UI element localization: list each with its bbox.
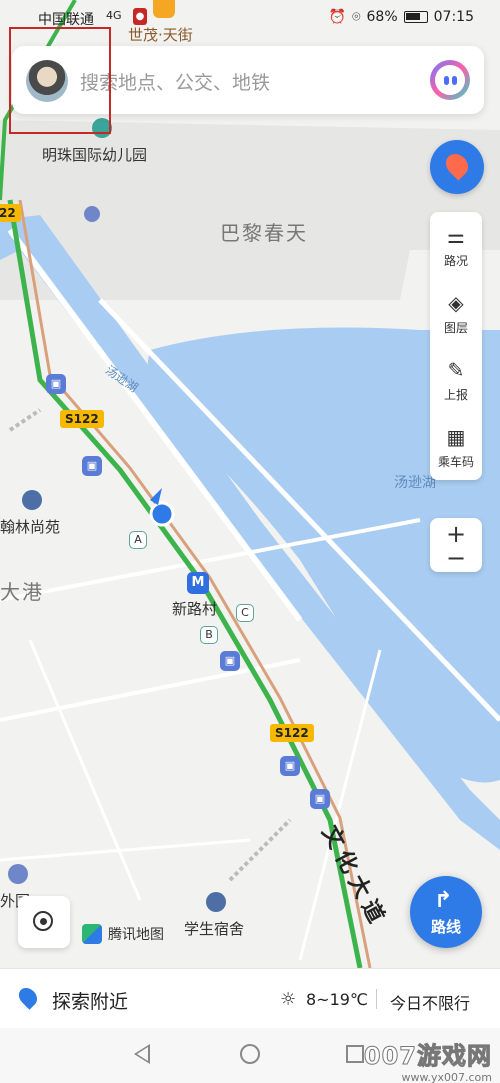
- exit-b-marker[interactable]: B: [200, 626, 218, 644]
- residence-icon: [22, 490, 42, 510]
- clock: 07:15: [433, 9, 474, 25]
- map-tools-panel: ⚌ 路况 ◈ 图层 ✎ 上报 ▦ 乘车码: [430, 212, 482, 480]
- report-button[interactable]: ✎ 上报: [430, 346, 482, 410]
- location-status-icon: ⌾: [352, 9, 361, 25]
- area-label-dagang[interactable]: 大港: [0, 576, 44, 605]
- layers-icon: ◈: [448, 291, 464, 315]
- assistant-robot-icon[interactable]: [430, 60, 470, 100]
- battery-icon: [403, 11, 428, 23]
- notification-icon: [153, 0, 175, 18]
- qrcode-icon: ▦: [446, 425, 466, 449]
- watermark: 007游戏网 www.yx007.com: [363, 1036, 492, 1083]
- police-icon: [8, 864, 28, 884]
- poi-label-kindergarten[interactable]: 明珠国际幼儿园: [42, 144, 147, 165]
- avatar[interactable]: [26, 60, 68, 102]
- report-icon: ✎: [447, 358, 465, 382]
- area-label-paris[interactable]: 巴黎春天: [220, 217, 308, 246]
- layers-label: 图层: [443, 321, 468, 335]
- bus-stop-icon[interactable]: ▣: [220, 651, 240, 671]
- microphone-icon: ●: [133, 8, 147, 25]
- search-input[interactable]: 搜索地点、公交、地铁: [80, 68, 270, 95]
- ride-code-button[interactable]: ▦ 乘车码: [430, 413, 482, 477]
- logo-text: 腾讯地图: [108, 927, 164, 943]
- place-marker-icon: [206, 892, 226, 912]
- location-pin-icon: [15, 984, 41, 1010]
- battery-percent: 68%: [366, 9, 398, 25]
- traffic-limit-status[interactable]: 今日不限行: [390, 990, 470, 1014]
- explore-nearby-button[interactable]: 探索附近: [52, 987, 128, 1014]
- signal-label: 4G: [106, 9, 122, 22]
- weather-temp[interactable]: 8~19℃: [306, 990, 368, 1009]
- ride-code-label: 乘车码: [437, 455, 474, 469]
- traffic-icon: ⚌: [447, 224, 465, 248]
- road-shield-s122-top: S122: [60, 410, 104, 428]
- nearby-pin-button[interactable]: [430, 140, 484, 194]
- search-bar[interactable]: 搜索地点、公交、地铁: [12, 46, 484, 114]
- bus-stop-icon[interactable]: ▣: [46, 374, 66, 394]
- divider: [376, 989, 377, 1009]
- watermark-url: www.yx007.com: [401, 1071, 492, 1083]
- back-icon[interactable]: [134, 1044, 150, 1064]
- metro-station-icon[interactable]: M: [187, 572, 209, 594]
- building-icon: [84, 206, 100, 222]
- zoom-out-button[interactable]: −: [430, 544, 482, 572]
- recent-apps-icon[interactable]: [346, 1045, 364, 1063]
- report-label: 上报: [443, 388, 468, 402]
- poi-label-hanlin[interactable]: 翰林尚苑: [0, 516, 60, 537]
- bottom-bar: 探索附近 ☼ 8~19℃ 今日不限行: [0, 968, 500, 1028]
- watermark-main: 007游戏网: [363, 1042, 492, 1071]
- route-arrow-icon: ↱: [434, 888, 453, 913]
- sun-icon: ☼: [280, 989, 297, 1010]
- carrier-label: 中国联通: [38, 12, 94, 28]
- station-label-xinlucun[interactable]: 新路村: [172, 598, 217, 619]
- road-badge-left: 22: [0, 204, 21, 222]
- map-view[interactable]: 世茂·天街 明珠国际幼儿园 巴黎春天 22 汤逊湖 汤逊湖 ▣ S122 ▣ 翰…: [0, 0, 500, 968]
- zoom-control: + −: [430, 518, 482, 572]
- route-button[interactable]: ↱ 路线: [410, 876, 482, 948]
- road-shield-s122-bottom: S122: [270, 724, 314, 742]
- poi-label-dorm[interactable]: 学生宿舍: [184, 918, 244, 939]
- kindergarten-icon: [92, 118, 112, 138]
- alarm-icon: ⏰: [328, 9, 347, 25]
- bus-stop-icon[interactable]: ▣: [82, 456, 102, 476]
- home-icon[interactable]: [240, 1044, 260, 1064]
- status-bar: 中国联通 4G ● ⏰ ⌾ 68% 07:15: [0, 0, 500, 34]
- my-location-button[interactable]: [18, 896, 70, 948]
- bus-stop-icon[interactable]: ▣: [310, 789, 330, 809]
- layers-button[interactable]: ◈ 图层: [430, 279, 482, 343]
- traffic-button[interactable]: ⚌ 路况: [430, 212, 482, 276]
- tencent-map-logo-icon: [82, 924, 102, 944]
- map-logo: 腾讯地图: [82, 924, 164, 944]
- exit-a-marker[interactable]: A: [129, 531, 147, 549]
- route-label: 路线: [430, 918, 461, 936]
- exit-c-marker[interactable]: C: [236, 604, 254, 622]
- traffic-label: 路况: [443, 254, 468, 268]
- bus-stop-icon[interactable]: ▣: [280, 756, 300, 776]
